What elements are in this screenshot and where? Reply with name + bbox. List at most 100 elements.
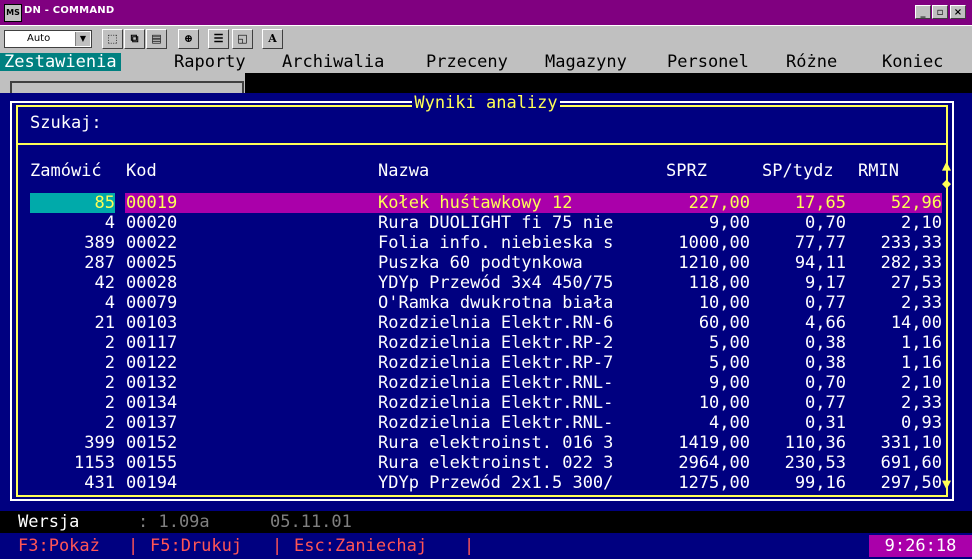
font-icon[interactable]: A [262, 29, 283, 49]
table-row[interactable]: 431 00194 YDYp Przewód 2x1.5 300/1275,00 99… [30, 473, 942, 493]
cell-sptydz: 0,31 [805, 413, 846, 433]
table-row[interactable]: 2 00117 Rozdzielnia Elektr.RP-2 5,00 0,38 1,1… [30, 333, 942, 353]
cell-kod: 00022 [126, 233, 178, 253]
menu-przeceny[interactable]: Przeceny [426, 53, 508, 71]
col-nazwa[interactable]: Nazwa [378, 161, 429, 181]
cell-zamowic: 2 [104, 333, 115, 353]
table-row[interactable]: 287 00025 Puszka 60 podtynkowa 1210,00 94,11… [30, 253, 942, 273]
cell-sptydz: 4,66 [805, 313, 846, 333]
col-kod[interactable]: Kod [126, 161, 157, 181]
cell-sprz: 118,00 [688, 273, 750, 293]
cell-kod: 00117 [126, 333, 178, 353]
cell-sprz: 1000,00 [678, 233, 750, 253]
menu-raporty[interactable]: Raporty [174, 53, 246, 71]
table-row[interactable]: 399 00152 Rura elektroinst. 016 3 1419,00 11… [30, 433, 942, 453]
cell-nazwa: Rozdzielnia Elektr.RNL- [378, 373, 614, 393]
cell-rmin: 14,00 [890, 313, 942, 333]
cell-kod: 00155 [126, 453, 178, 473]
mark-icon[interactable]: ⬚ [102, 29, 123, 49]
terminal-area: Zestawienia Raporty Archiwalia Przeceny … [0, 51, 972, 559]
menu-bar: Zestawienia Raporty Archiwalia Przeceny … [0, 51, 972, 73]
minimize-button[interactable]: _ [915, 5, 931, 19]
cell-nazwa: Rozdzielnia Elektr.RP-7 [378, 353, 614, 373]
cell-nazwa: Rura elektroinst. 016 3 [378, 433, 614, 453]
cell-nazwa: Rura DUOLIGHT fi 75 nie [378, 213, 614, 233]
version-number: : 1.09a [138, 512, 210, 532]
table-row[interactable]: 4 00079 O'Ramka dwukrotna biała 10,00 0,77 2,… [30, 293, 942, 313]
esc-cancel-key[interactable]: Esc:Zaniechaj [294, 536, 427, 556]
cell-kod: 00079 [126, 293, 178, 313]
version-date: 05.11.01 [270, 512, 352, 532]
cell-sprz: 227,00 [688, 193, 750, 213]
properties-icon[interactable]: ☰ [208, 29, 229, 49]
font-size-select[interactable]: Auto ▼ [4, 30, 92, 48]
cell-kod: 00194 [126, 473, 178, 493]
scroll-thumb-icon[interactable]: ◆ [942, 174, 951, 192]
table-row[interactable]: 2 00134 Rozdzielnia Elektr.RNL- 10,00 0,77 2,… [30, 393, 942, 413]
cell-zamowic: 42 [94, 273, 115, 293]
panel-title: Wyniki analizy [412, 93, 560, 113]
cell-sptydz: 110,36 [784, 433, 846, 453]
table-row[interactable]: 389 00022 Folia info. niebieska s 1000,00 77… [30, 233, 942, 253]
cell-rmin: 233,33 [880, 233, 942, 253]
close-button[interactable]: × [950, 5, 966, 19]
cell-kod: 00137 [126, 413, 178, 433]
col-rmin[interactable]: RMIN [858, 161, 899, 181]
cell-zamowic: 2 [104, 353, 115, 373]
menu-personel[interactable]: Personel [667, 53, 749, 71]
table-row[interactable]: 21 00103 Rozdzielnia Elektr.RN-6 60,00 4,66 1… [30, 313, 942, 333]
scroll-up-icon[interactable]: ▲ [942, 156, 951, 174]
cell-zamowic: 21 [94, 313, 115, 333]
cell-zamowic: 4 [104, 293, 115, 313]
cell-sprz: 9,00 [709, 213, 750, 233]
cell-kod: 00152 [126, 433, 178, 453]
f5-print-key[interactable]: F5:Drukuj [150, 536, 242, 556]
cell-zamowic: 399 [84, 433, 115, 453]
panel-title-wrap: Wyniki analizy [0, 93, 972, 113]
paste-icon[interactable]: ▤ [146, 29, 167, 49]
menu-koniec[interactable]: Koniec [882, 53, 943, 71]
title-bar[interactable]: MS DN - COMMAND _ ▫ × [0, 0, 972, 25]
menu-magazyny[interactable]: Magazyny [545, 53, 627, 71]
cell-nazwa: Rozdzielnia Elektr.RN-6 [378, 313, 614, 333]
menu-archiwalia[interactable]: Archiwalia [282, 53, 384, 71]
table-row[interactable]: 42 00028 YDYp Przewód 3x4 450/75 118,00 9,17… [30, 273, 942, 293]
background-icon[interactable]: ◱ [232, 29, 253, 49]
cell-nazwa: Rozdzielnia Elektr.RNL- [378, 413, 614, 433]
copy-icon[interactable]: ⧉ [124, 29, 145, 49]
cell-nazwa: Kołek huśtawkowy 12 [378, 193, 573, 213]
cell-rmin: 1,16 [901, 333, 942, 353]
table-row[interactable]: 85 00019 Kołek huśtawkowy 12 227,00 17,65 52,… [30, 193, 942, 213]
table-row[interactable]: 4 00020 Rura DUOLIGHT fi 75 nie 9,00 0,70 2,1… [30, 213, 942, 233]
search-label[interactable]: Szukaj: [30, 113, 102, 133]
cell-rmin: 297,50 [880, 473, 942, 493]
cell-rmin: 52,96 [890, 193, 942, 213]
fkey-separator: | [464, 536, 475, 556]
chevron-down-icon[interactable]: ▼ [75, 32, 90, 46]
clock: 9:26:18 [869, 535, 972, 557]
submenu-frame [10, 81, 244, 93]
menu-rozne[interactable]: Różne [786, 53, 837, 71]
cell-nazwa: Rozdzielnia Elektr.RP-2 [378, 333, 614, 353]
table-row[interactable]: 1153 00155 Rura elektroinst. 022 3 2964,00 2… [30, 453, 942, 473]
fullscreen-icon[interactable]: ⊕ [178, 29, 199, 49]
divider [18, 143, 946, 145]
scroll-down-icon[interactable]: ▼ [942, 475, 951, 493]
cell-kod: 00020 [126, 213, 178, 233]
col-sprz[interactable]: SPRZ [666, 161, 707, 181]
app-icon[interactable]: MS [4, 4, 22, 22]
cell-rmin: 2,33 [901, 293, 942, 313]
cell-sprz: 10,00 [698, 293, 750, 313]
table-row[interactable]: 2 00122 Rozdzielnia Elektr.RP-7 5,00 0,38 1,1… [30, 353, 942, 373]
menu-zestawienia[interactable]: Zestawienia [0, 53, 121, 71]
cell-sprz: 1210,00 [678, 253, 750, 273]
col-zamowic[interactable]: Zamówić [30, 161, 102, 181]
f3-show-key[interactable]: F3:Pokaż [18, 536, 100, 556]
cell-sptydz: 94,11 [794, 253, 846, 273]
cell-nazwa: Puszka 60 podtynkowa [378, 253, 583, 273]
cell-kod: 00025 [126, 253, 178, 273]
col-sptydz[interactable]: SP/tydz [762, 161, 834, 181]
maximize-button[interactable]: ▫ [932, 5, 948, 19]
table-row[interactable]: 2 00132 Rozdzielnia Elektr.RNL- 9,00 0,70 2,1… [30, 373, 942, 393]
table-row[interactable]: 2 00137 Rozdzielnia Elektr.RNL- 4,00 0,31 0,9… [30, 413, 942, 433]
